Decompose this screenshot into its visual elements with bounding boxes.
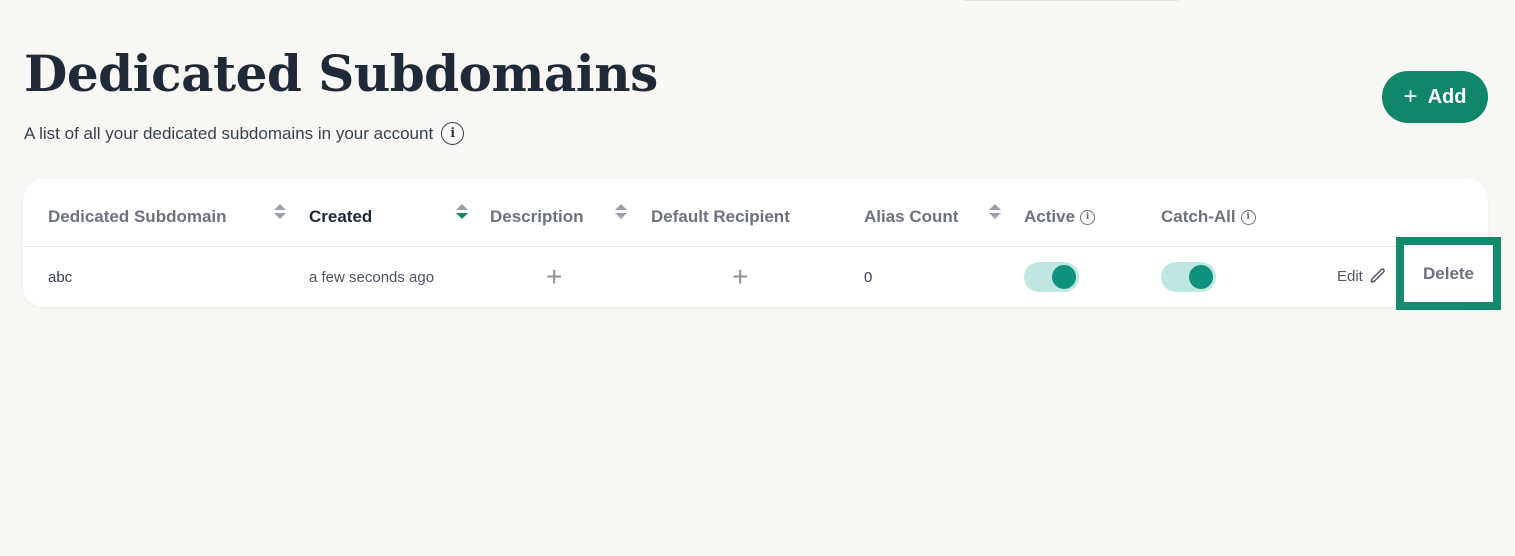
edit-label: Edit bbox=[1337, 267, 1363, 285]
sort-icon[interactable] bbox=[615, 203, 627, 221]
catch-all-toggle[interactable] bbox=[1161, 262, 1216, 292]
column-header-created[interactable]: Created bbox=[309, 207, 372, 227]
subdomains-table: Dedicated Subdomain Created Description … bbox=[23, 179, 1488, 307]
column-header-active: Active i bbox=[1024, 207, 1096, 227]
info-icon[interactable]: i bbox=[1240, 209, 1256, 225]
active-toggle[interactable] bbox=[1024, 262, 1079, 292]
info-icon[interactable]: i bbox=[441, 122, 465, 145]
cell-created: a few seconds ago bbox=[309, 269, 435, 286]
cell-subdomain: abc bbox=[48, 269, 73, 286]
column-header-description[interactable]: Description bbox=[490, 207, 584, 227]
top-bar-edge bbox=[958, 0, 1184, 1]
delete-highlight: Delete bbox=[1396, 237, 1501, 310]
sort-icon[interactable] bbox=[274, 203, 286, 221]
sort-icon[interactable] bbox=[989, 203, 1001, 221]
add-description-plus-icon[interactable]: + bbox=[546, 263, 562, 291]
add-recipient-plus-icon[interactable]: + bbox=[732, 263, 748, 291]
edit-button[interactable]: Edit bbox=[1337, 267, 1387, 285]
sort-desc-icon[interactable] bbox=[456, 203, 468, 221]
column-header-catch-all: Catch-All i bbox=[1161, 207, 1256, 227]
table-header: Dedicated Subdomain Created Description … bbox=[23, 179, 1488, 247]
info-icon[interactable]: i bbox=[1080, 209, 1096, 225]
subtitle-text: A list of all your dedicated subdomains … bbox=[24, 123, 434, 143]
add-button[interactable]: + Add bbox=[1382, 71, 1488, 123]
column-header-default-recipient: Default Recipient bbox=[651, 207, 790, 226]
page-title: Dedicated Subdomains bbox=[24, 44, 658, 103]
add-button-label: Add bbox=[1427, 85, 1467, 108]
pencil-icon bbox=[1370, 268, 1385, 283]
page-subtitle: A list of all your dedicated subdomains … bbox=[24, 122, 465, 145]
column-header-alias-count[interactable]: Alias Count bbox=[864, 207, 958, 227]
plus-icon: + bbox=[1403, 83, 1418, 110]
cell-alias-count: 0 bbox=[864, 269, 873, 286]
column-header-subdomain[interactable]: Dedicated Subdomain bbox=[48, 207, 227, 227]
delete-button[interactable]: Delete bbox=[1423, 264, 1474, 284]
